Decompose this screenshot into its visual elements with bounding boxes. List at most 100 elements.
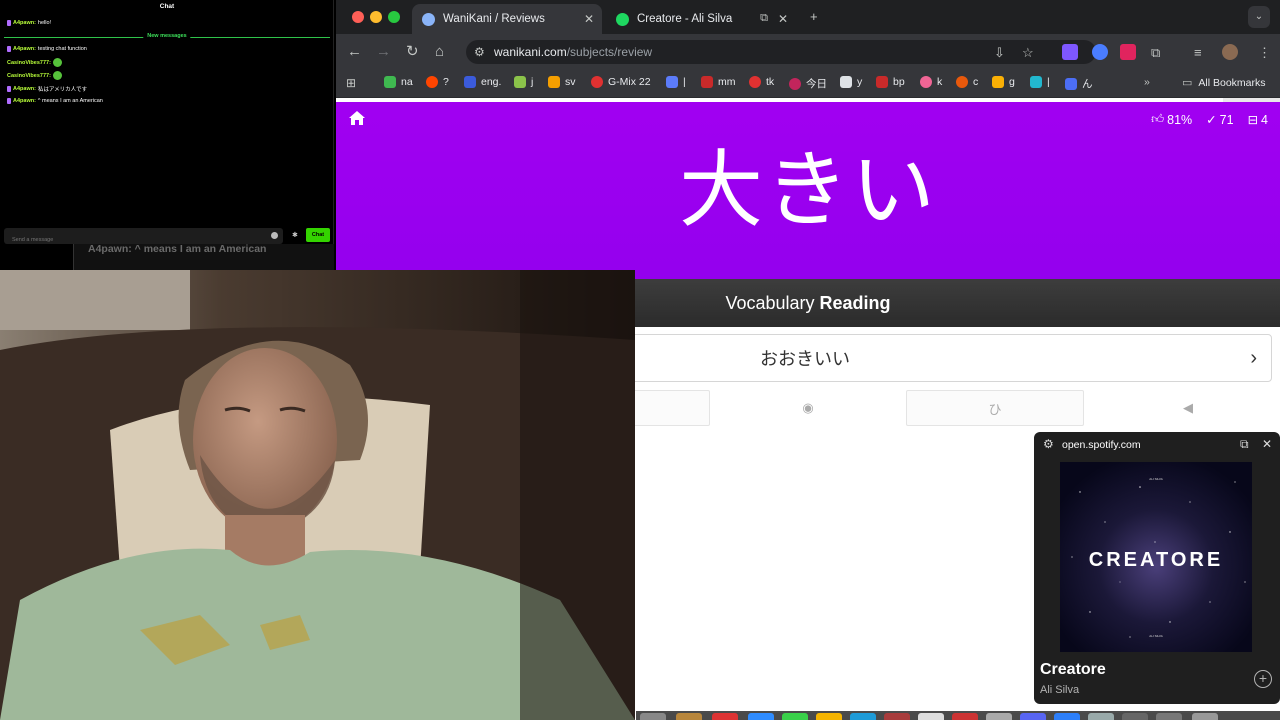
new-tab-button[interactable]: + — [810, 9, 818, 24]
chat-username[interactable]: CasinoVibes777: — [7, 60, 51, 66]
dock-app-icon[interactable] — [1156, 713, 1182, 720]
url-text[interactable]: wanikani.com/subjects/review — [494, 45, 652, 59]
chat-text: testing chat function — [37, 46, 87, 52]
media-controls-icon[interactable]: ≡ — [1194, 45, 1202, 60]
picture-in-picture-icon[interactable]: ⧉ — [760, 12, 768, 25]
close-tab-icon[interactable]: ✕ — [584, 12, 594, 26]
emote-picker-icon[interactable] — [271, 232, 278, 239]
home-icon[interactable] — [348, 110, 366, 126]
zoom-window-button[interactable] — [388, 11, 400, 23]
apps-grid-icon[interactable]: ⊞ — [346, 76, 356, 90]
tab-title: WaniKani / Reviews — [443, 13, 545, 25]
dock-app-icon[interactable] — [782, 713, 808, 720]
dock-app-icon[interactable] — [712, 713, 738, 720]
tab-strip: WaniKani / Reviews ✕ Creatore - Ali Silv… — [336, 0, 1280, 34]
bookmark-item[interactable]: tk — [749, 76, 774, 88]
dock-app-icon[interactable] — [748, 713, 774, 720]
dock-app-icon[interactable] — [918, 713, 944, 720]
bookmark-item[interactable]: c — [956, 76, 978, 88]
extensions-puzzle-icon[interactable]: ⧉ — [1151, 45, 1160, 61]
question-type: Vocabulary — [725, 292, 815, 313]
bookmark-item[interactable]: ? — [426, 76, 449, 88]
dock-app-icon[interactable] — [816, 713, 842, 720]
forward-arrow-icon[interactable]: → — [376, 43, 391, 61]
bookmark-item[interactable]: g — [992, 76, 1015, 88]
dock-app-icon[interactable] — [640, 713, 666, 720]
chat-message: A4pawn: 私はアメリカ人です — [7, 85, 87, 93]
album-small-artist-footer: ALI SILVA — [1149, 634, 1162, 638]
back-to-tab-icon[interactable]: ⧉ — [1240, 437, 1249, 452]
dock-app-icon[interactable] — [676, 713, 702, 720]
album-title-text: CREATORE — [1089, 549, 1223, 571]
tab-wanikani-reviews[interactable]: WaniKani / Reviews ✕ — [412, 4, 602, 34]
minimize-window-button[interactable] — [370, 11, 382, 23]
dock-app-icon[interactable] — [952, 713, 978, 720]
all-bookmarks-button[interactable]: ▭ All Bookmarks — [1182, 76, 1266, 90]
new-messages-label: New messages — [143, 33, 191, 39]
bookmark-item[interactable]: 今日 — [789, 76, 827, 91]
bookmark-item[interactable]: ん — [1065, 76, 1093, 91]
menu-kebab-icon[interactable]: ⋮ — [1258, 45, 1271, 61]
close-icon[interactable]: ✕ — [1262, 437, 1272, 451]
dock-app-icon[interactable] — [1020, 713, 1046, 720]
album-art: ALI SILVA CREATORE ALI SILVA — [1060, 462, 1252, 652]
bookmark-item[interactable]: y — [840, 76, 862, 88]
dock-app-icon[interactable] — [1122, 713, 1148, 720]
chat-settings-gear-icon[interactable]: ✱ — [292, 231, 298, 239]
close-tab-icon[interactable]: ✕ — [778, 12, 788, 26]
bookmark-star-icon[interactable]: ☆ — [1022, 45, 1034, 61]
user-badge-icon — [7, 46, 11, 52]
back-arrow-icon[interactable]: ← — [347, 43, 362, 61]
tab-search-button[interactable]: ⌄ — [1248, 6, 1270, 28]
tab-spotify-creatore[interactable]: Creatore - Ali Silva ⧉ ✕ — [606, 4, 796, 34]
bookmark-item[interactable]: mm — [701, 76, 736, 88]
close-window-button[interactable] — [352, 11, 364, 23]
bookmark-item[interactable]: sv — [548, 76, 576, 88]
dock-app-icon[interactable] — [986, 713, 1012, 720]
bookmark-item[interactable]: | — [666, 76, 686, 88]
extension-grid-icon[interactable] — [1062, 44, 1078, 60]
profile-avatar[interactable] — [1222, 44, 1238, 60]
dock-app-icon[interactable] — [1192, 713, 1218, 720]
home-icon[interactable]: ⌂ — [435, 43, 444, 61]
bookmark-item[interactable]: j — [514, 76, 533, 88]
site-info-icon[interactable]: ⚙ — [474, 45, 485, 59]
site-settings-icon[interactable]: ⚙ — [1043, 437, 1054, 451]
chat-username[interactable]: A4pawn: — [13, 86, 36, 92]
review-stats: 👍︎ 81% ✓ 71 ⊟ 4 — [1151, 112, 1268, 127]
show-answer-eye-icon[interactable]: ◉ — [722, 390, 894, 426]
chat-username[interactable]: A4pawn: — [13, 20, 36, 26]
bookmark-item[interactable]: eng. — [464, 76, 501, 88]
chat-message: A4pawn: hello! — [7, 20, 51, 26]
bookmark-item[interactable]: k — [920, 76, 942, 88]
chat-send-button[interactable]: Chat — [306, 228, 330, 242]
chat-text: hello! — [37, 20, 52, 26]
bookmarks-bar: ⊞ na ? eng. j sv G-Mix 22 | mm tk 今日 y b… — [336, 70, 1280, 98]
ghost-chat-text: A4pawn: ^ means I am an American — [88, 243, 267, 255]
audio-speaker-icon[interactable]: ◀ — [1096, 390, 1280, 426]
chat-text: ^ means I am an American — [37, 98, 103, 104]
dock-app-icon[interactable] — [1088, 713, 1114, 720]
bookmark-item[interactable]: | — [1030, 76, 1050, 88]
extension-bracket-icon[interactable] — [1120, 44, 1136, 60]
reload-icon[interactable]: ↻ — [406, 43, 419, 61]
bookmark-item[interactable]: bp — [876, 76, 905, 88]
chat-username[interactable]: A4pawn: — [13, 46, 36, 52]
kana-chart-button[interactable]: ひ — [906, 390, 1084, 426]
spotify-favicon-icon — [616, 12, 629, 26]
dock-app-icon[interactable] — [1054, 713, 1080, 720]
chat-username[interactable]: CasinoVibes777: — [7, 73, 51, 79]
bookmarks-overflow-icon[interactable]: » — [1144, 76, 1150, 88]
add-to-library-plus-icon[interactable]: + — [1254, 670, 1272, 688]
extension-circle-icon[interactable] — [1092, 44, 1108, 60]
install-app-icon[interactable]: ⇩ — [994, 45, 1005, 61]
bookmark-item[interactable]: na — [384, 76, 413, 88]
chat-username[interactable]: A4pawn: — [13, 98, 36, 104]
bookmark-item[interactable]: G-Mix 22 — [591, 76, 651, 88]
question-category: Reading — [819, 292, 891, 313]
chat-title: Chat — [159, 3, 175, 10]
track-artist[interactable]: Ali Silva — [1040, 684, 1079, 696]
dock-app-icon[interactable] — [850, 713, 876, 720]
submit-chevron-right-icon[interactable]: › — [1250, 347, 1257, 369]
dock-app-icon[interactable] — [884, 713, 910, 720]
